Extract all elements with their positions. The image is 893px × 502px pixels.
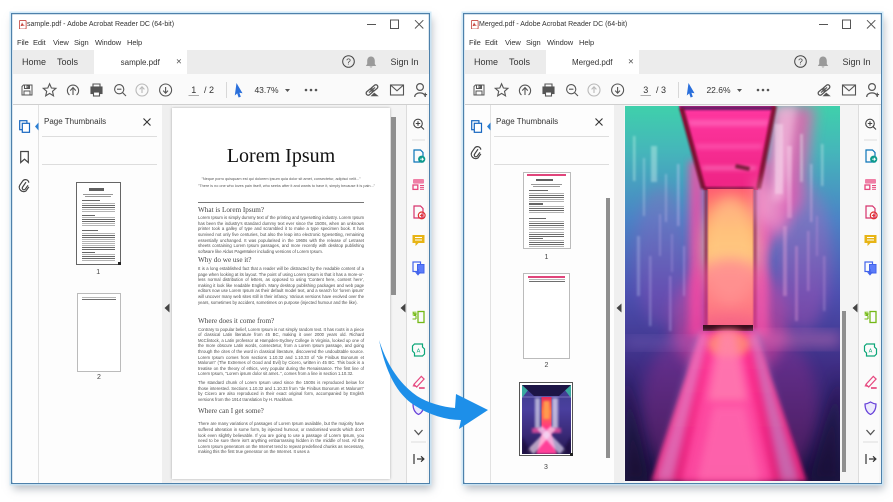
svg-text:?: ?	[346, 57, 351, 67]
svg-text:/ 2: / 2	[203, 85, 213, 95]
svg-text:?: ?	[798, 57, 803, 67]
svg-text:/ 3: / 3	[655, 85, 665, 95]
svg-text:A: A	[868, 349, 872, 355]
svg-text:22.6%: 22.6%	[706, 85, 731, 95]
svg-text:43.7%: 43.7%	[254, 85, 279, 95]
svg-text:3: 3	[643, 85, 648, 95]
svg-text:1: 1	[191, 85, 196, 95]
